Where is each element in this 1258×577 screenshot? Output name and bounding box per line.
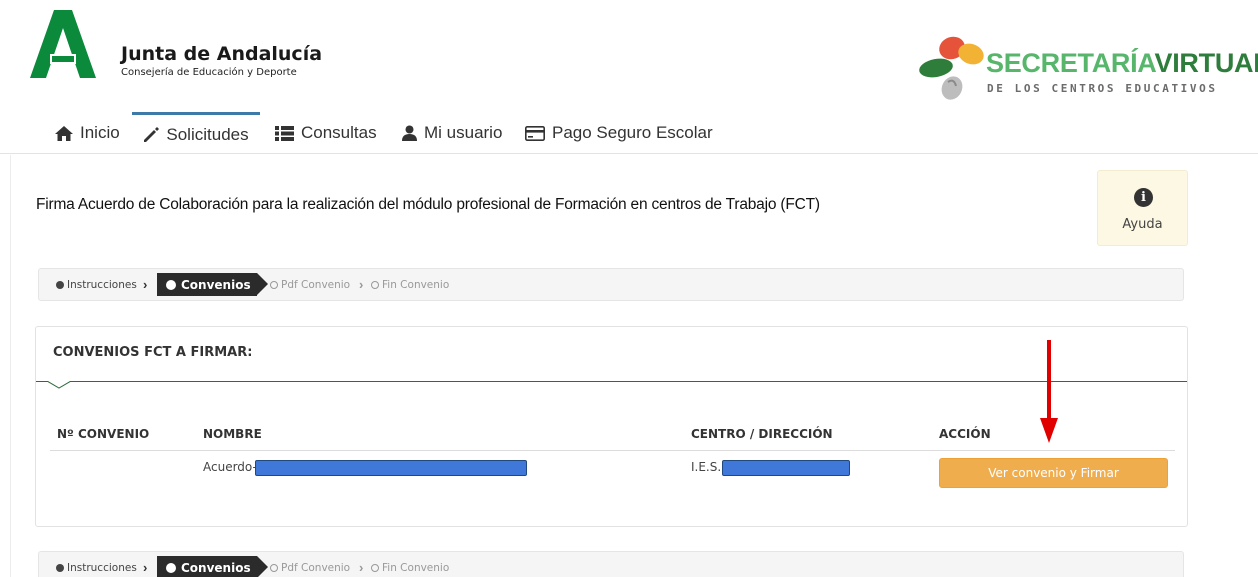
nav-inicio[interactable]: Inicio [55, 112, 120, 154]
user-icon [402, 125, 417, 141]
nav-pago-seguro-label: Pago Seguro Escolar [552, 123, 713, 142]
wizard-steps: Instrucciones › Convenios Pdf Convenio ›… [38, 268, 1184, 301]
circle-icon [166, 562, 176, 573]
step-pdf-convenio: Pdf Convenio [270, 552, 350, 577]
credit-card-icon [525, 125, 545, 141]
secretaria-virtual-logo[interactable] [916, 30, 986, 102]
org-title: Junta de Andalucía [121, 43, 323, 65]
circle-outline-icon [270, 280, 278, 289]
redaction-bar [255, 460, 527, 476]
step-convenios-active[interactable]: Convenios [157, 556, 268, 577]
list-icon [275, 125, 294, 141]
col-header-numero: Nº CONVENIO [57, 427, 150, 441]
nav-solicitudes[interactable]: Solicitudes [132, 112, 260, 154]
redaction-bar [722, 460, 850, 476]
brand-title-part2: VIRTUAL [1154, 48, 1258, 78]
step-pdf-label: Pdf Convenio [281, 278, 351, 291]
step-fin-convenio: Fin Convenio [371, 552, 449, 577]
home-icon [55, 125, 73, 141]
junta-andalucia-logo[interactable] [30, 10, 96, 78]
circle-outline-icon [371, 563, 379, 572]
step-instrucciones[interactable]: Instrucciones [56, 552, 137, 577]
nav-mi-usuario-label: Mi usuario [424, 123, 503, 142]
cell-centro: I.E.S. [691, 460, 722, 474]
pencil-icon [144, 126, 160, 142]
org-subtitle: Consejería de Educación y Deporte [121, 67, 297, 78]
nav-consultas[interactable]: Consultas [275, 112, 377, 154]
wizard-steps-bottom: Instrucciones › Convenios Pdf Convenio ›… [38, 551, 1184, 577]
help-label: Ayuda [1122, 217, 1163, 232]
step-fin-label: Fin Convenio [382, 278, 450, 291]
circle-icon [166, 279, 176, 290]
header: Junta de Andalucía Consejería de Educaci… [0, 0, 1258, 112]
nav-mi-usuario[interactable]: Mi usuario [402, 112, 502, 154]
circle-outline-icon [371, 280, 379, 289]
chevron-right-icon: › [359, 560, 364, 575]
step-convenios-label: Convenios [181, 560, 251, 575]
step-fin-label: Fin Convenio [382, 561, 450, 574]
convenios-panel: CONVENIOS FCT A FIRMAR: Nº CONVENIO NOMB… [35, 326, 1188, 527]
nav-inicio-label: Inicio [80, 123, 120, 142]
table-header-rule [50, 450, 1175, 451]
step-pdf-convenio: Pdf Convenio [270, 269, 350, 300]
step-instrucciones-label: Instrucciones [67, 278, 137, 291]
circle-outline-icon [270, 563, 278, 572]
ver-convenio-firmar-button[interactable]: Ver convenio y Firmar [939, 458, 1168, 488]
brand-title: SECRETARÍAVIRTUAL [986, 48, 1258, 79]
col-header-centro: CENTRO / DIRECCIÓN [691, 427, 833, 441]
content-border [10, 155, 11, 577]
brand-title-part1: SECRETARÍA [986, 48, 1155, 78]
nav-solicitudes-label: Solicitudes [166, 124, 249, 144]
panel-notch [47, 381, 71, 389]
panel-title: CONVENIOS FCT A FIRMAR: [53, 345, 253, 360]
step-convenios-label: Convenios [181, 277, 251, 292]
step-pdf-label: Pdf Convenio [281, 561, 351, 574]
step-instrucciones-label: Instrucciones [67, 561, 137, 574]
col-header-nombre: NOMBRE [203, 427, 262, 441]
step-convenios-active[interactable]: Convenios [157, 273, 268, 296]
page-title: Firma Acuerdo de Colaboración para la re… [36, 196, 820, 213]
check-circle-icon [56, 563, 64, 572]
info-icon: i [1134, 188, 1153, 207]
annotation-arrow-icon [1040, 340, 1058, 443]
nav-consultas-label: Consultas [301, 123, 377, 142]
main-nav: Inicio Solicitudes Consultas Mi usuario … [0, 112, 1258, 154]
col-header-accion: ACCIÓN [939, 427, 991, 441]
check-circle-icon [56, 280, 64, 289]
step-fin-convenio: Fin Convenio [371, 269, 449, 300]
help-button[interactable]: i Ayuda [1097, 170, 1188, 246]
chevron-right-icon: › [359, 277, 364, 292]
chevron-right-icon: › [143, 560, 148, 575]
cell-nombre: Acuerdo- [203, 460, 257, 474]
brand-subtitle: DE LOS CENTROS EDUCATIVOS [987, 82, 1218, 95]
chevron-right-icon: › [143, 277, 148, 292]
panel-divider [36, 381, 1187, 382]
step-instrucciones[interactable]: Instrucciones [56, 269, 137, 300]
nav-pago-seguro[interactable]: Pago Seguro Escolar [525, 112, 713, 154]
